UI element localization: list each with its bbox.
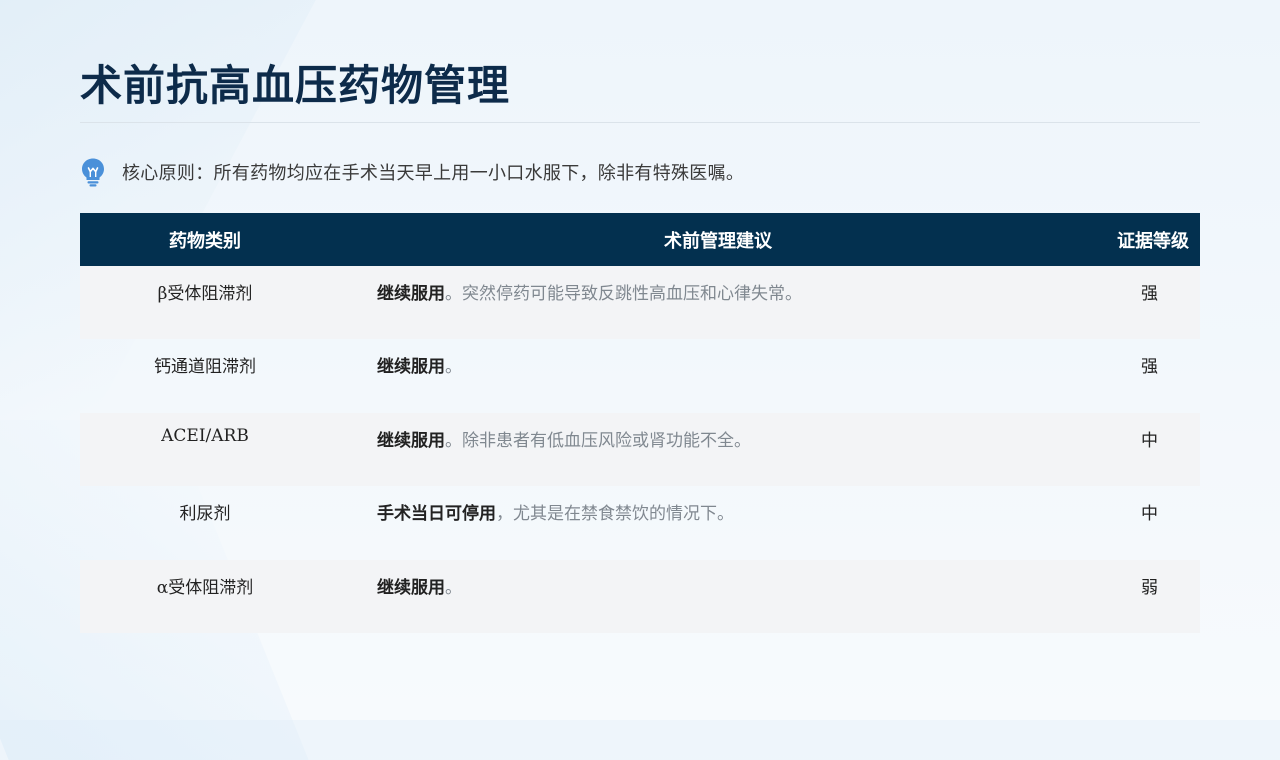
- evidence-level-cell: 强: [1141, 357, 1158, 378]
- advice-note: 。: [445, 577, 462, 598]
- header-advice: 术前管理建议: [664, 230, 772, 252]
- evidence-level-cell: 中: [1141, 430, 1158, 451]
- table-row: ACEI/ARB 继续服用。除非患者有低血压风险或肾功能不全。 中: [80, 412, 1200, 487]
- table-row: α受体阻滞剂 继续服用。 弱: [80, 559, 1200, 633]
- table-row: 钙通道阻滞剂 继续服用。 强: [80, 339, 1200, 412]
- advice-cell: 继续服用。: [330, 339, 1106, 412]
- table-header-row: 药物类别 术前管理建议 证据等级: [80, 213, 1200, 266]
- page-title: 术前抗高血压药物管理: [80, 61, 511, 110]
- drug-class-cell: 利尿剂: [179, 504, 231, 525]
- evidence-level-cell: 中: [1141, 504, 1158, 525]
- evidence-level-cell: 弱: [1141, 577, 1158, 598]
- table-row: β受体阻滞剂 继续服用。突然停药可能导致反跳性高血压和心律失常。 强: [80, 266, 1200, 340]
- header-evidence-level: 证据等级: [1117, 230, 1189, 252]
- drug-class-cell: β受体阻滞剂: [157, 284, 253, 304]
- advice-note: 。突然停药可能导致反跳性高血压和心律失常。: [445, 284, 802, 304]
- advice-key: 继续服用: [377, 577, 445, 598]
- evidence-level-cell: 强: [1141, 284, 1158, 304]
- advice-key: 手术当日可停用: [377, 504, 496, 525]
- drug-class-cell: 钙通道阻滞剂: [154, 357, 256, 378]
- core-principle-text: 核心原则：所有药物均应在手术当天早上用一小口水服下，除非有特殊医嘱。: [122, 163, 745, 184]
- table-row: 利尿剂 手术当日可停用，尤其是在禁食禁饮的情况下。 中: [80, 486, 1200, 559]
- core-principle: 核心原则：所有药物均应在手术当天早上用一小口水服下，除非有特殊医嘱。: [80, 154, 744, 190]
- drug-management-table: 药物类别 术前管理建议 证据等级 β受体阻滞剂 继续服用。突然停药可能导致反跳性…: [80, 213, 1200, 633]
- advice-note: 。: [445, 357, 462, 378]
- drug-class-cell: α受体阻滞剂: [156, 577, 254, 598]
- advice-key: 继续服用: [377, 357, 445, 378]
- advice-note: ，尤其是在禁食禁饮的情况下。: [496, 504, 734, 525]
- header-drug-class: 药物类别: [169, 230, 241, 252]
- title-divider: [80, 122, 1200, 123]
- advice-key: 继续服用: [377, 430, 445, 451]
- lightbulb-icon: [80, 157, 106, 187]
- drug-class-cell: ACEI/ARB: [161, 425, 249, 446]
- advice-note: 。除非患者有低血压风险或肾功能不全。: [445, 430, 751, 451]
- advice-cell: 继续服用。除非患者有低血压风险或肾功能不全。: [330, 413, 1106, 486]
- advice-cell: 手术当日可停用，尤其是在禁食禁饮的情况下。: [330, 486, 1106, 559]
- advice-key: 继续服用: [377, 284, 445, 304]
- advice-cell: 继续服用。: [330, 560, 1106, 633]
- advice-cell: 继续服用。突然停药可能导致反跳性高血压和心律失常。: [330, 266, 1106, 339]
